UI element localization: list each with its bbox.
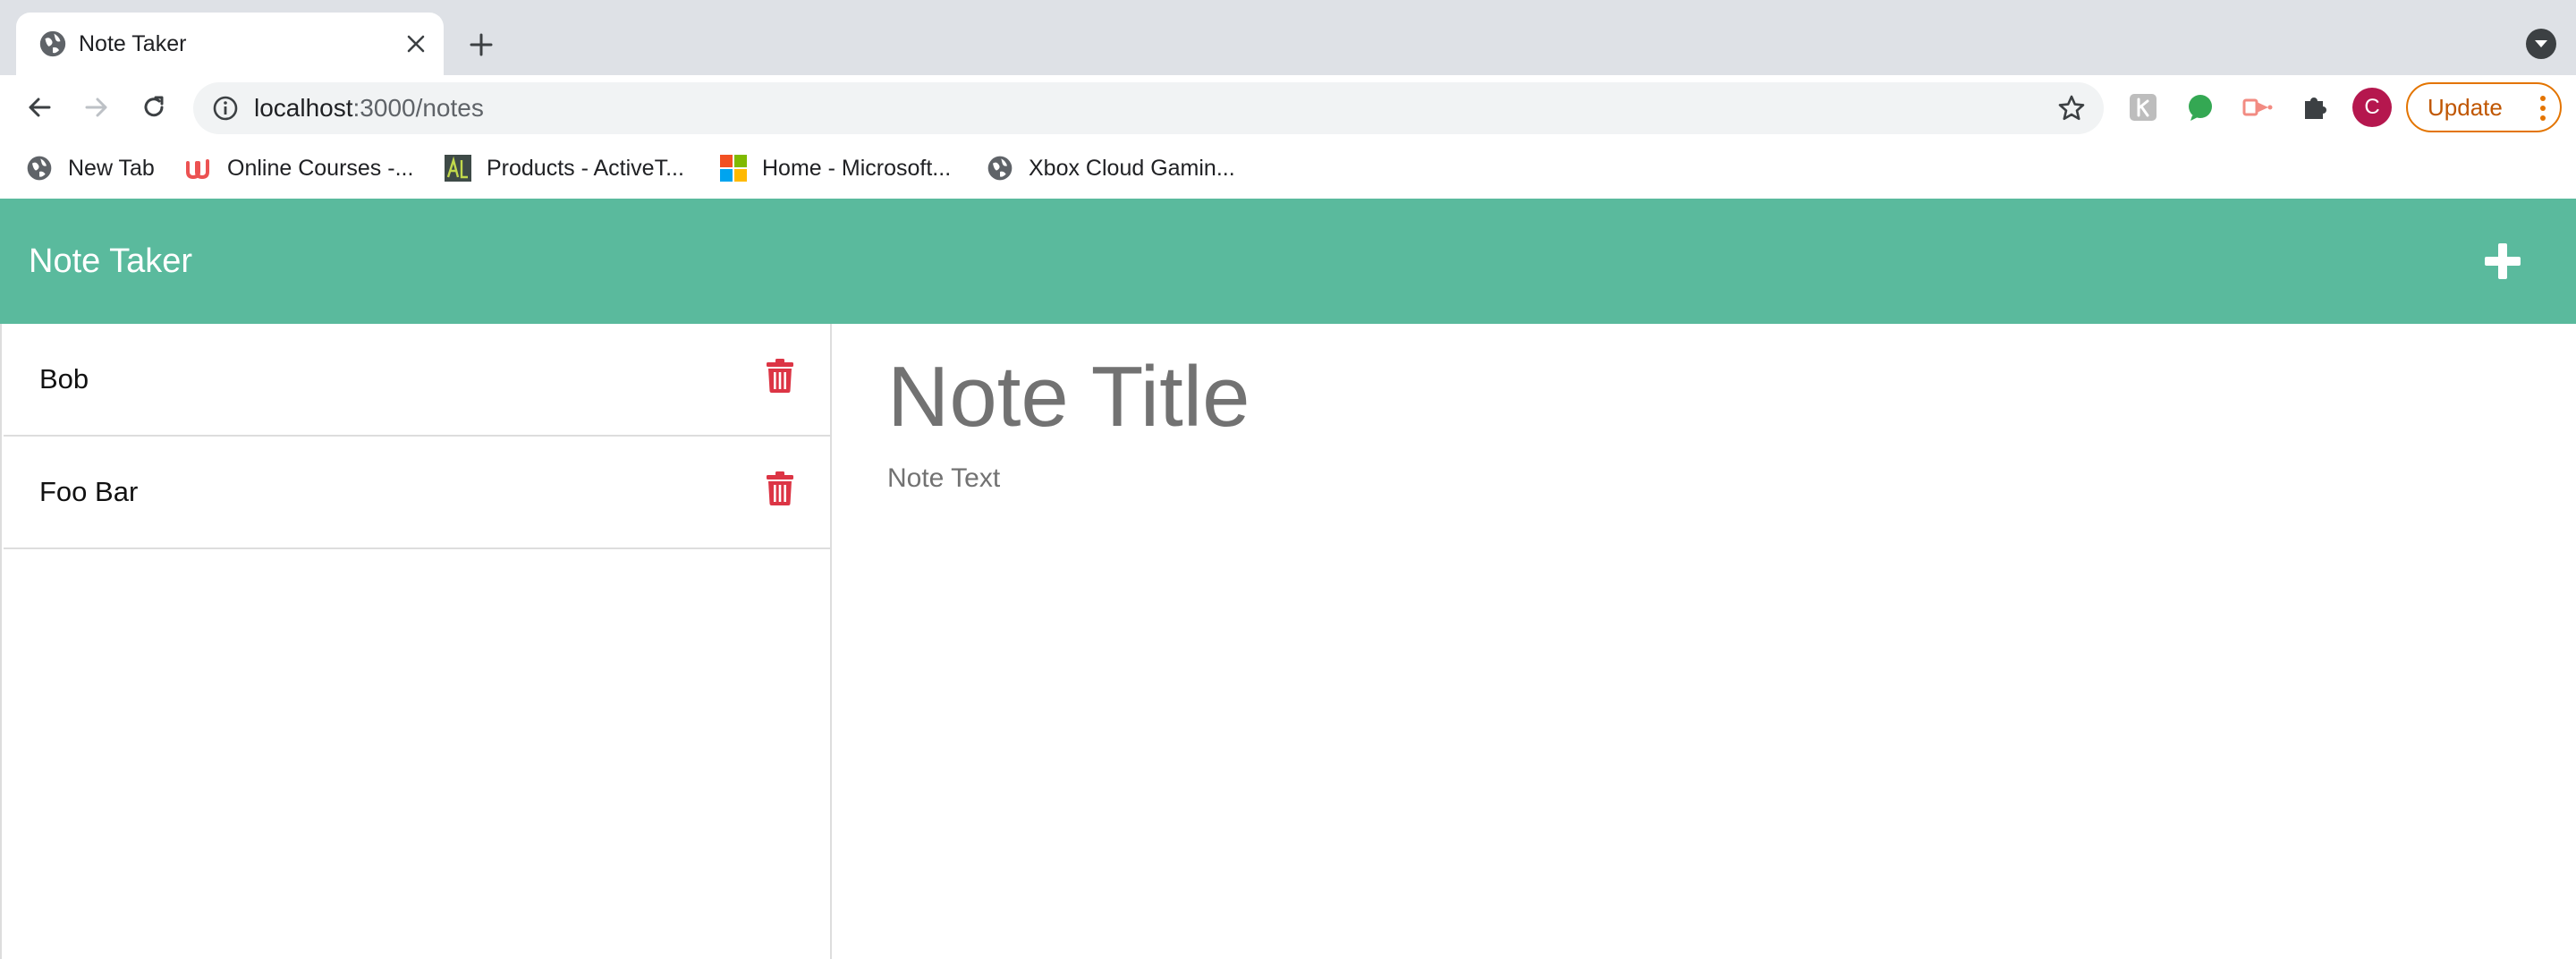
extension-green-bubble-icon[interactable] [2182,89,2218,125]
bookmark-label: Xbox Cloud Gamin... [1029,155,1235,181]
close-icon[interactable] [401,29,431,59]
url-path: :3000/notes [352,94,484,122]
activestate-icon [445,155,471,182]
info-icon[interactable] [211,94,240,123]
note-title[interactable]: Bob [39,324,89,435]
url-host: localhost [254,94,353,122]
address-bar[interactable]: localhost:3000/notes [193,82,2104,134]
trash-icon[interactable] [766,471,794,506]
puzzle-icon[interactable] [2297,89,2333,125]
new-tab-button[interactable] [463,27,499,63]
trash-icon[interactable] [766,358,794,394]
app-navbar: Note Taker [0,199,2576,324]
bookmark-label: New Tab [68,155,155,181]
note-list: Bob Foo Bar [0,324,832,959]
browser-tab[interactable]: Note Taker [16,13,444,75]
note-title[interactable]: Foo Bar [39,437,138,547]
note-editor [834,324,2576,959]
plus-icon[interactable] [2481,240,2524,283]
note-text-input[interactable] [887,463,2497,821]
tab-strip: Note Taker [0,0,2576,75]
bookmark-online-courses[interactable]: Online Courses -... [184,152,413,184]
tab-search-button[interactable] [2526,29,2556,59]
forward-button[interactable] [75,86,118,129]
bookmark-microsoft[interactable]: Home - Microsoft... [719,152,951,184]
browser-toolbar: localhost:3000/notes C Update [0,75,2576,140]
globe-icon [39,30,66,57]
kebab-menu-icon [2540,96,2546,121]
star-icon[interactable] [2057,94,2086,123]
update-button[interactable]: Update [2406,82,2562,132]
reload-icon [144,96,164,117]
bookmark-products-activestate[interactable]: Products - ActiveT... [444,152,684,184]
bookmark-xbox-cloud[interactable]: Xbox Cloud Gamin... [986,152,1235,184]
bookmark-label: Online Courses -... [227,155,414,181]
back-button[interactable] [18,86,61,129]
arrow-left-icon [29,98,51,117]
url-text: localhost:3000/notes [254,82,484,134]
reload-button[interactable] [132,86,175,129]
app-brand[interactable]: Note Taker [29,199,192,324]
bookmark-label: Products - ActiveT... [487,155,684,181]
globe-icon [27,156,52,181]
profile-avatar[interactable]: C [2352,88,2392,127]
chevron-down-icon [2535,40,2547,47]
bookmarks-bar: New Tab Online Courses -... Products - A… [0,140,2576,199]
note-title-input[interactable] [887,344,2497,451]
extension-pink-icon[interactable] [2240,89,2275,125]
arrow-right-icon [85,98,107,117]
tab-title: Note Taker [79,31,187,56]
extension-grey-icon[interactable] [2125,89,2161,125]
plus-icon [470,33,493,56]
update-label: Update [2428,94,2503,121]
udemy-icon [186,159,209,180]
bookmark-new-tab[interactable]: New Tab [25,152,155,184]
list-item[interactable]: Bob [4,324,830,437]
globe-icon [987,156,1013,181]
microsoft-icon [720,155,747,182]
bookmark-label: Home - Microsoft... [762,155,952,181]
list-item[interactable]: Foo Bar [4,437,830,549]
